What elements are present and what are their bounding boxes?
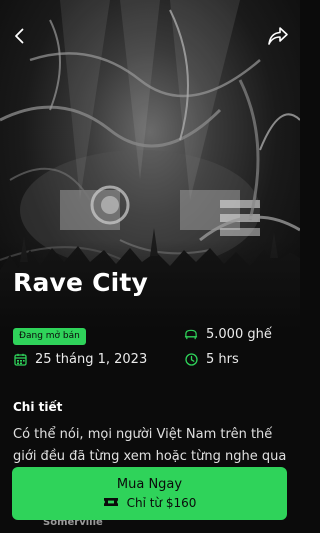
event-date-row: 25 tháng 1, 2023 xyxy=(13,352,147,367)
event-seats: 5.000 ghế xyxy=(206,327,272,342)
share-button[interactable] xyxy=(264,22,292,50)
event-duration: 5 hrs xyxy=(206,352,239,367)
details-heading: Chi tiết xyxy=(13,400,63,414)
event-info: Đang mở bán 25 tháng 1, 2023 5.000 ghế 5… xyxy=(13,326,287,376)
status-badge: Đang mở bán xyxy=(13,328,86,345)
event-title: Rave City xyxy=(13,268,149,297)
seat-icon xyxy=(184,328,198,342)
event-date: 25 tháng 1, 2023 xyxy=(35,352,148,367)
buy-now-button[interactable]: Mua Ngay Chỉ từ $160 xyxy=(12,467,287,520)
buy-now-label: Mua Ngay xyxy=(116,476,183,492)
price-row: Chỉ từ $160 xyxy=(103,496,197,511)
calendar-icon xyxy=(13,353,27,367)
price-label: Chỉ từ $160 xyxy=(126,496,197,510)
event-duration-row: 5 hrs xyxy=(184,352,239,367)
ticket-icon xyxy=(103,496,119,511)
clock-icon xyxy=(184,353,198,367)
back-button[interactable] xyxy=(6,22,34,50)
event-seats-row: 5.000 ghế xyxy=(184,327,272,342)
share-icon xyxy=(268,27,288,45)
chevron-left-icon xyxy=(15,28,24,44)
